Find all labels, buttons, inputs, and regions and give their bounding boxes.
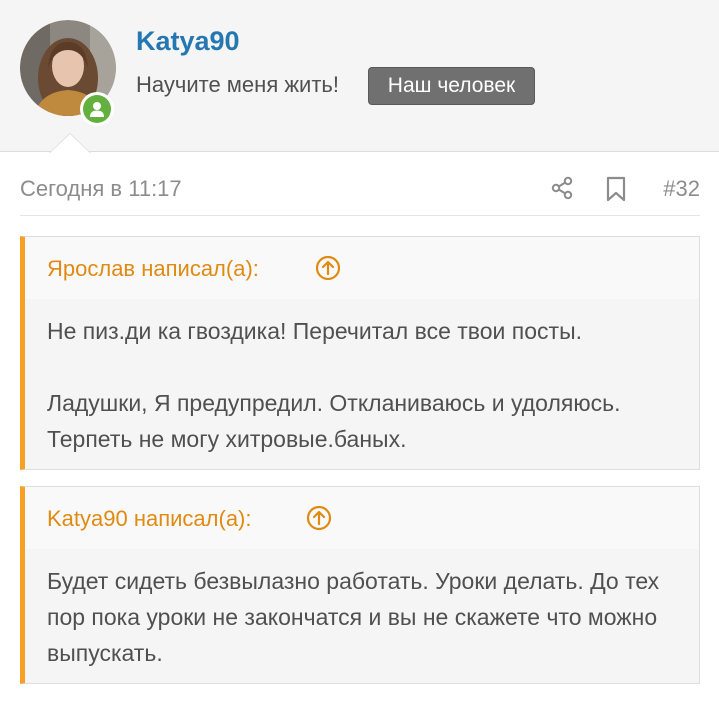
post-number-link[interactable]: #32: [663, 176, 700, 202]
quote-paragraph: Ладушки, Я предупредил. Откланиваюсь и у…: [47, 390, 621, 452]
quote-paragraph: Будет сидеть безвылазно работать. Уроки …: [47, 568, 660, 666]
bookmark-icon[interactable]: [604, 176, 628, 202]
quote-paragraph: Не пиз.ди ка гвоздика! Перечитал все тво…: [47, 318, 582, 344]
quote-content: Не пиз.ди ка гвоздика! Перечитал все тво…: [25, 299, 699, 457]
user-title: Научите меня жить!: [136, 72, 339, 97]
arrow-up-circle-icon[interactable]: [306, 505, 332, 531]
post-meta-bar: Сегодня в 11:17 #32: [20, 154, 700, 216]
quote-author-link[interactable]: Ярослав написал(а):: [47, 256, 259, 282]
user-banner: Наш человек: [368, 67, 535, 105]
arrow-up-circle-icon[interactable]: [315, 255, 341, 281]
header-arrow: [50, 134, 90, 153]
quote-author-link[interactable]: Katya90 написал(а):: [47, 506, 252, 532]
quote-header: Katya90 написал(а):: [25, 487, 699, 549]
quote-block: Katya90 написал(а): Будет сидеть безвыла…: [20, 486, 700, 684]
quote-header: Ярослав написал(а):: [25, 237, 699, 299]
share-icon[interactable]: [550, 176, 574, 200]
quote-block: Ярослав написал(а): Не пиз.ди ка гвоздик…: [20, 236, 700, 470]
online-indicator: [80, 92, 114, 126]
user-online-icon: [83, 95, 111, 123]
user-avatar-container[interactable]: [20, 20, 116, 126]
quote-content: Будет сидеть безвылазно работать. Уроки …: [25, 549, 699, 671]
username-link[interactable]: Katya90: [136, 26, 240, 57]
message-user-header: Katya90 Научите меня жить! Наш человек: [0, 0, 719, 153]
post-date[interactable]: Сегодня в 11:17: [20, 176, 182, 202]
